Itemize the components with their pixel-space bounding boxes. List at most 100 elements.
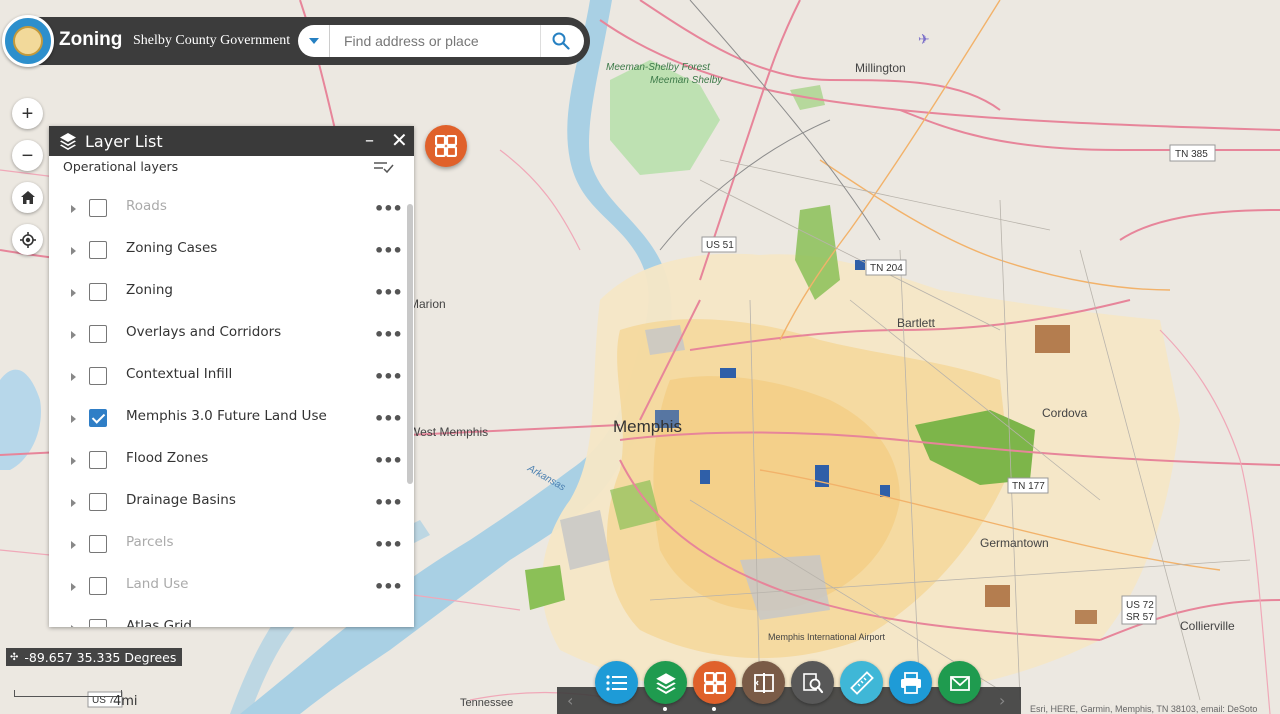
layer-checkbox[interactable]	[89, 241, 107, 259]
layer-row-drainage-basins[interactable]: Drainage Basins •••	[49, 483, 407, 525]
layer-row-overlays[interactable]: Overlays and Corridors •••	[49, 315, 407, 357]
minus-icon: −	[21, 144, 34, 167]
layer-checkbox[interactable]	[89, 535, 107, 553]
expand-arrow-icon[interactable]	[71, 331, 76, 339]
expand-arrow-icon[interactable]	[71, 541, 76, 549]
layer-checkbox[interactable]	[89, 283, 107, 301]
minimize-icon[interactable]: –	[365, 130, 374, 151]
map-label-bartlett: Bartlett	[897, 316, 936, 330]
chevron-down-icon	[308, 38, 319, 44]
app-subtitle: Shelby County Government	[133, 33, 291, 48]
swipe-button[interactable]	[742, 661, 785, 704]
search-input[interactable]	[330, 27, 540, 55]
layer-label: Zoning	[126, 282, 173, 298]
more-options-icon[interactable]: •••	[374, 283, 403, 302]
layer-list-panel: Layer List – ✕ Operational layers Roads …	[49, 126, 414, 627]
layer-checkbox[interactable]	[89, 325, 107, 343]
crosshair-icon[interactable]: ✣	[10, 652, 18, 663]
expand-arrow-icon[interactable]	[71, 247, 76, 255]
locate-icon	[19, 231, 36, 248]
my-location-button[interactable]	[12, 224, 43, 255]
panel-scrollbar[interactable]	[407, 204, 413, 484]
map-label-meeman-shelby: Meeman Shelby	[650, 75, 723, 86]
home-button[interactable]	[12, 182, 43, 213]
scale-bar	[14, 690, 122, 697]
layer-row-parcels[interactable]: Parcels •••	[49, 525, 407, 567]
layer-row-zoning-cases[interactable]: Zoning Cases •••	[49, 231, 407, 273]
layer-checkbox[interactable]	[89, 199, 107, 217]
layer-checkbox[interactable]	[89, 493, 107, 511]
map-label-collierville: Collierville	[1180, 619, 1235, 633]
expand-arrow-icon[interactable]	[71, 583, 76, 591]
query-button[interactable]	[791, 661, 834, 704]
more-options-icon[interactable]: •••	[374, 325, 403, 344]
print-button[interactable]	[889, 661, 932, 704]
layer-checkbox[interactable]	[89, 577, 107, 595]
legend-list-icon	[605, 674, 627, 691]
search-button[interactable]	[540, 25, 580, 57]
share-button[interactable]	[938, 661, 981, 704]
map-attribution[interactable]: Esri, HERE, Garmin, Memphis, TN 38103, e…	[1030, 704, 1280, 714]
layer-label: Memphis 3.0 Future Land Use	[126, 408, 327, 424]
search-source-dropdown[interactable]	[298, 25, 330, 57]
zoom-in-button[interactable]: +	[12, 98, 43, 129]
more-options-icon[interactable]: •••	[374, 493, 403, 512]
more-options-icon[interactable]: •••	[374, 451, 403, 470]
expand-arrow-icon[interactable]	[71, 625, 76, 627]
grid-icon	[703, 671, 726, 694]
layer-checkbox[interactable]	[89, 619, 107, 627]
swipe-icon	[753, 672, 774, 693]
map-label-millington: Millington	[855, 61, 906, 75]
layer-row-roads[interactable]: Roads •••	[49, 189, 407, 231]
panel-header[interactable]: Layer List – ✕	[49, 126, 414, 156]
svg-text:TN 177: TN 177	[1012, 481, 1045, 492]
more-options-icon[interactable]: •••	[374, 535, 403, 554]
layer-checkbox-checked[interactable]	[89, 409, 107, 427]
layer-checkbox[interactable]	[89, 367, 107, 385]
expand-arrow-icon[interactable]	[71, 499, 76, 507]
route-shield-tn385: TN 385	[1169, 144, 1216, 162]
measurement-button[interactable]	[840, 661, 883, 704]
grid-icon	[435, 135, 457, 157]
zoom-out-button[interactable]: −	[12, 140, 43, 171]
layer-list-button[interactable]	[644, 661, 687, 704]
layer-row-flood-zones[interactable]: Flood Zones •••	[49, 441, 407, 483]
layer-row-zoning[interactable]: Zoning •••	[49, 273, 407, 315]
panel-body: Operational layers Roads ••• Zoning Case…	[49, 156, 414, 627]
more-options-icon[interactable]: •••	[374, 577, 403, 596]
layer-label: Parcels	[126, 534, 174, 550]
ruler-icon	[849, 670, 874, 695]
layer-row-atlas-grid[interactable]: Atlas Grid	[49, 609, 407, 627]
legend-button[interactable]	[595, 661, 638, 704]
expand-arrow-icon[interactable]	[71, 457, 76, 465]
chevron-right-icon[interactable]: ›	[999, 691, 1005, 710]
toggle-all-layers-icon[interactable]	[374, 160, 394, 174]
layer-row-contextual-infill[interactable]: Contextual Infill •••	[49, 357, 407, 399]
widget-grid-button[interactable]	[693, 661, 736, 704]
layer-label: Drainage Basins	[126, 492, 236, 508]
svg-text:SR 57: SR 57	[1126, 612, 1154, 623]
layers-icon	[60, 133, 76, 150]
expand-arrow-icon[interactable]	[71, 373, 76, 381]
layer-row-land-use[interactable]: Land Use •••	[49, 567, 407, 609]
plus-icon: +	[21, 102, 34, 125]
app-title: Zoning	[59, 29, 123, 50]
layer-row-future-land-use[interactable]: Memphis 3.0 Future Land Use •••	[49, 399, 407, 441]
expand-arrow-icon[interactable]	[71, 289, 76, 297]
expand-arrow-icon[interactable]	[71, 205, 76, 213]
panel-title: Layer List	[85, 131, 163, 151]
more-options-icon[interactable]: •••	[374, 199, 403, 218]
more-options-icon[interactable]: •••	[374, 241, 403, 260]
more-options-icon[interactable]: •••	[374, 409, 403, 428]
widget-controller-button[interactable]	[425, 125, 467, 167]
layer-label: Overlays and Corridors	[126, 324, 282, 340]
close-icon[interactable]: ✕	[391, 128, 408, 152]
layer-label: Roads	[126, 198, 167, 214]
more-options-icon[interactable]: •••	[374, 367, 403, 386]
layer-label: Land Use	[126, 576, 189, 592]
coordinate-readout[interactable]: ✣ -89.657 35.335 Degrees	[6, 648, 183, 666]
expand-arrow-icon[interactable]	[71, 415, 76, 423]
layer-checkbox[interactable]	[89, 451, 107, 469]
chevron-left-icon[interactable]: ‹	[567, 691, 573, 710]
county-seal-logo[interactable]	[2, 15, 54, 67]
